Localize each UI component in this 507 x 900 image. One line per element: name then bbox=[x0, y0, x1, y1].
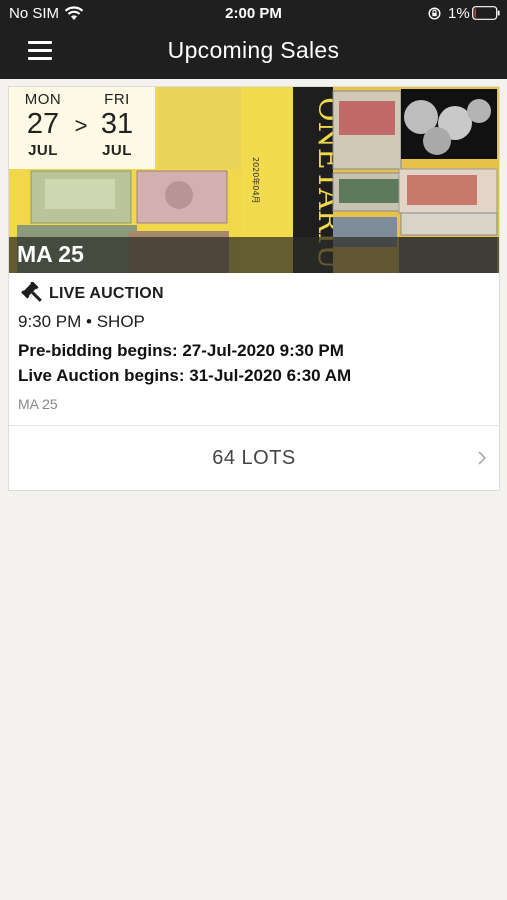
orientation-lock-icon bbox=[428, 7, 441, 20]
view-lots-button[interactable]: 64 LOTS bbox=[9, 426, 499, 491]
end-date: FRI 31 JUL bbox=[87, 91, 147, 159]
prebidding-begins: Pre-bidding begins: 27-Jul-2020 9:30 PM bbox=[18, 341, 344, 360]
sale-subcode: MA 25 bbox=[18, 396, 58, 412]
end-day: 31 bbox=[100, 108, 134, 140]
top-bar: No SIM 2:00 PM 1% Upcoming Sales bbox=[0, 0, 507, 79]
sale-time-location: 9:30 PM • SHOP bbox=[18, 312, 145, 331]
sale-code-strip: MA 25 bbox=[9, 237, 499, 273]
end-weekday: FRI bbox=[104, 91, 130, 108]
sale-card[interactable]: ONETARIU 2020年04月 MON 27 JUL > FRI 31 JU… bbox=[8, 86, 500, 491]
live-auction-begins: Live Auction begins: 31-Jul-2020 6:30 AM bbox=[18, 366, 352, 385]
start-date: MON 27 JUL bbox=[13, 91, 73, 159]
svg-text:2020年04月: 2020年04月 bbox=[251, 157, 261, 204]
start-weekday: MON bbox=[24, 91, 62, 108]
page-title: Upcoming Sales bbox=[167, 37, 340, 63]
sale-code: MA 25 bbox=[17, 241, 84, 267]
battery-icon bbox=[472, 6, 500, 20]
gavel-icon bbox=[21, 282, 42, 302]
sale-date-range: MON 27 JUL > FRI 31 JUL bbox=[9, 87, 155, 169]
sale-banner-image: ONETARIU 2020年04月 MON 27 JUL > FRI 31 JU… bbox=[9, 87, 499, 273]
start-day: 27 bbox=[26, 108, 60, 140]
end-month: JUL bbox=[102, 142, 132, 159]
status-bar: No SIM 2:00 PM 1% bbox=[0, 0, 507, 28]
lots-count-label: 64 LOTS bbox=[212, 447, 296, 469]
battery-percent: 1% bbox=[448, 5, 470, 22]
start-month: JUL bbox=[28, 142, 58, 159]
chevron-right-icon bbox=[478, 451, 487, 465]
auction-type-label: LIVE AUCTION bbox=[49, 285, 164, 302]
